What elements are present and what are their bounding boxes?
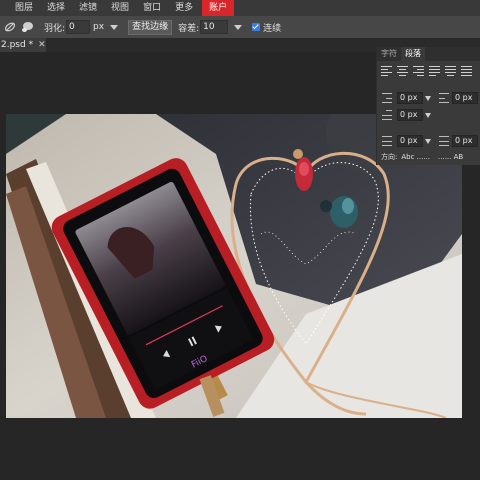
close-icon[interactable]: ✕ [38,40,46,50]
spacing-row: 0 px 0 px [377,134,480,148]
menu-account[interactable]: 账户 [202,0,235,16]
tab-character[interactable]: 字符 [377,47,401,61]
refine-edge-button[interactable]: 查找边缘 [128,19,173,35]
indent-first-line-icon [382,110,392,120]
menu-view[interactable]: 视图 [104,0,136,16]
align-center-icon[interactable] [397,66,408,76]
document-tab-bar: 2.psd * ✕ [0,38,376,52]
menu-layer[interactable]: 图层 [8,0,40,16]
direction-row: 方向: Abc ...... ...... AB [377,151,480,163]
indent-row: 0 px 0 px [377,91,480,105]
space-before-icon [382,136,392,146]
alignment-row [377,63,480,79]
magic-wand-icon[interactable] [2,19,18,35]
menu-bar: 图层 选择 滤镜 视图 窗口 更多 账户 [0,0,480,16]
menu-window[interactable]: 窗口 [136,0,168,16]
tab-paragraph[interactable]: 段落 [401,47,425,61]
justify-center-icon[interactable] [445,66,456,76]
contiguous-label: 连续 [263,23,282,34]
options-bar: 羽化: 0 px 查找边缘 容差: 10 连续 [0,16,480,38]
tolerance-input[interactable]: 10 [200,20,229,34]
space-before-dropdown-icon[interactable] [425,138,431,144]
indent-left-dropdown-icon[interactable] [425,95,431,101]
indent-left-icon [382,93,392,103]
feather-unit: px [93,22,105,32]
align-left-icon[interactable] [381,66,392,76]
tolerance-dropdown-icon[interactable] [234,24,243,30]
contiguous-checkbox[interactable] [252,23,261,31]
paragraph-panel: 字符 段落 0 px 0 px 0 px 0 px 0 px 方向: Abc .… [376,47,480,165]
feather-label: 羽化: [44,23,66,34]
indent-first-line-input[interactable]: 0 px [397,109,423,121]
menu-select[interactable]: 选择 [40,0,72,16]
lasso-icon[interactable] [19,19,35,35]
space-after-input[interactable]: 0 px [452,135,478,147]
feather-dropdown-icon[interactable] [110,24,119,30]
tolerance-label: 容差: [178,23,200,34]
justify-all-icon[interactable] [461,66,472,76]
space-after-icon [439,136,449,146]
panel-tab-bar: 字符 段落 [377,47,480,61]
menu-filter[interactable]: 滤镜 [72,0,104,16]
space-before-input[interactable]: 0 px [397,135,423,147]
first-line-indent-row: 0 px [377,108,480,122]
indent-right-icon [439,93,449,103]
feather-input[interactable]: 0 [66,20,91,34]
document-tab-label: 2.psd * [1,40,34,50]
document-tab[interactable]: 2.psd * ✕ [0,38,46,52]
justify-left-icon[interactable] [429,66,440,76]
align-right-icon[interactable] [413,66,424,76]
menu-more[interactable]: 更多 [168,0,200,16]
indent-first-line-dropdown-icon[interactable] [425,112,431,118]
indent-left-input[interactable]: 0 px [397,92,423,104]
direction-rtl-option[interactable]: ...... AB [438,153,463,161]
direction-ltr-option[interactable]: Abc ...... [401,153,430,161]
indent-right-input[interactable]: 0 px [452,92,478,104]
direction-label: 方向: [381,153,398,161]
